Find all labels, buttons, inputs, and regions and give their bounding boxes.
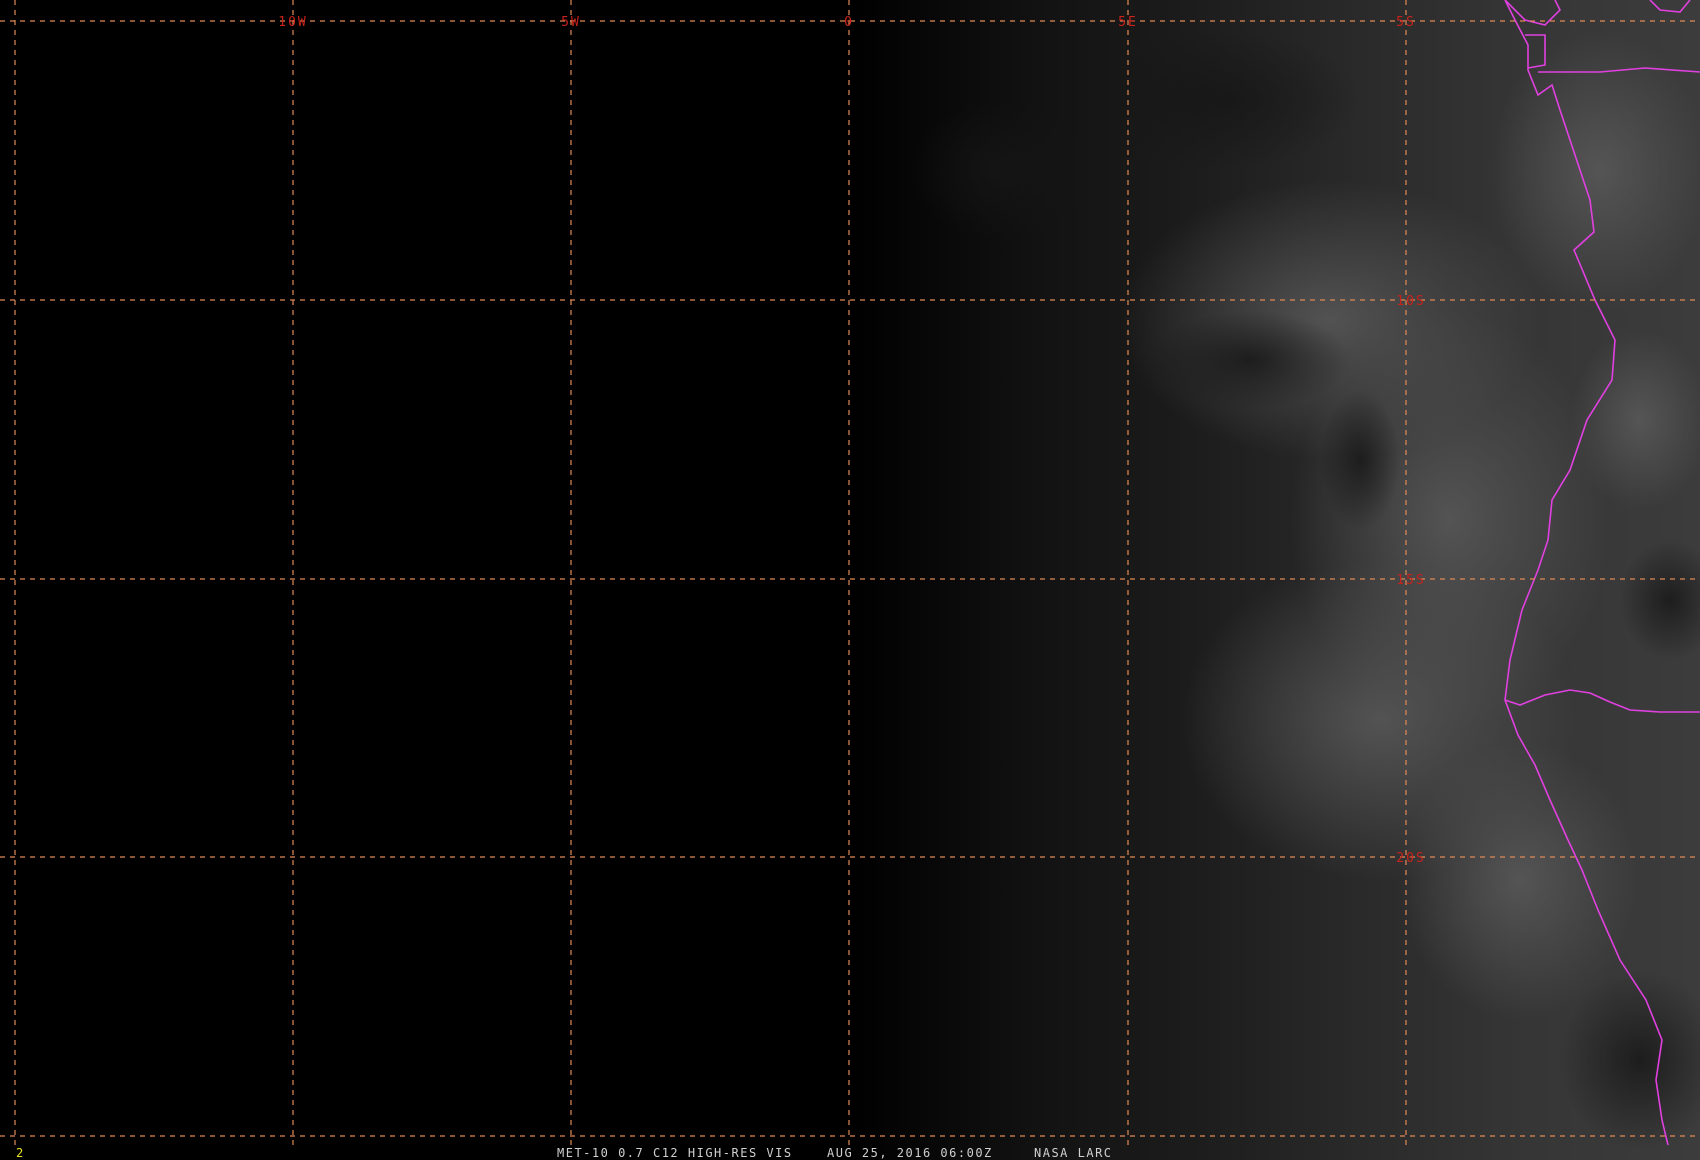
cloud-patch (1400, 740, 1640, 1020)
cloud-gap (910, 100, 1090, 240)
satellite-image-view: 10W 5W 0 5E 5S 10S 15S 20S 2 MET-10 0.7 C12 HIG… (0, 0, 1700, 1160)
latitude-label: 20S (1396, 851, 1425, 866)
product-label: MET-10 0.7 C12 HIGH-RES VIS (557, 1146, 793, 1160)
timestamp-label: AUG 25, 2016 06:00Z (827, 1146, 993, 1160)
latitude-label: 15S (1396, 573, 1425, 588)
top-grid-label: 10W (278, 15, 307, 30)
top-grid-label: 5E (1118, 15, 1138, 30)
top-grid-label: 5S (1396, 15, 1416, 30)
top-grid-label: 5W (561, 15, 581, 30)
cloud-gap (1320, 390, 1400, 530)
top-grid-label: 0 (844, 15, 854, 30)
latitude-label: 10S (1396, 294, 1425, 309)
source-label: NASA LARC (1034, 1146, 1113, 1160)
cloud-gap (1080, 30, 1360, 170)
frame-number: 2 (16, 1146, 23, 1160)
cloud-gap (1150, 310, 1350, 410)
